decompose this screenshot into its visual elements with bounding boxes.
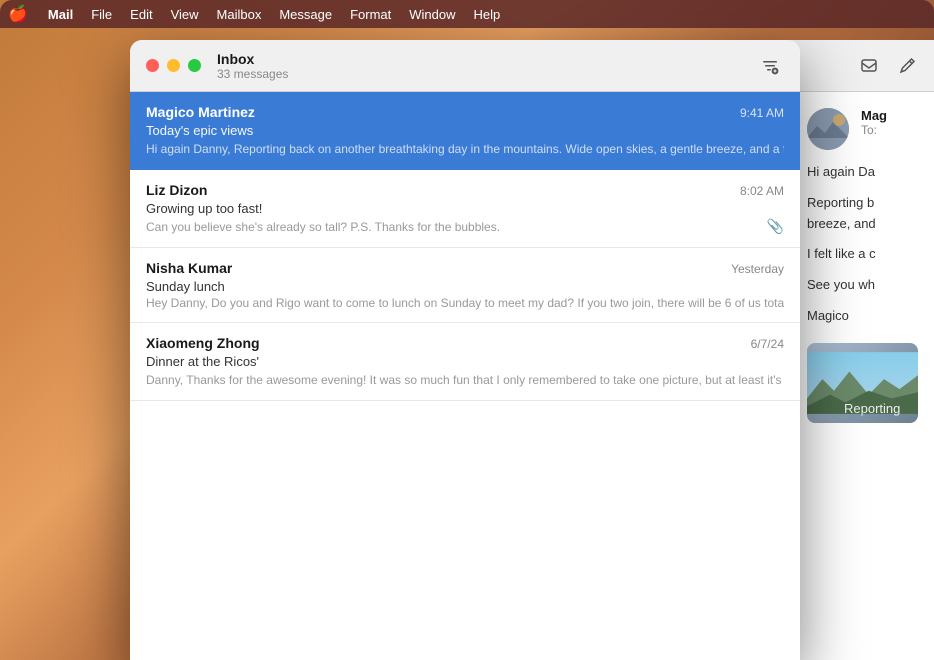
message-item[interactable]: Magico Martinez 9:41 AM Today's epic vie… [130,92,800,170]
reporting-label: Reporting [844,401,934,416]
detail-to-label: To: [861,123,918,137]
detail-sender-row: Mag To: [807,108,918,150]
message-time-2: 8:02 AM [740,184,784,198]
menubar-edit[interactable]: Edit [122,5,160,24]
mail-window: Inbox 33 messages Magico Martinez 9:41 A… [130,40,800,660]
message-header-3: Nisha Kumar Yesterday [146,260,784,276]
message-preview-text-2: Can you believe she's already so tall? P… [146,220,500,234]
message-preview-2: Can you believe she's already so tall? P… [146,218,784,235]
detail-panel: Mag To: Hi again Da Reporting bbreeze, a… [790,40,934,660]
message-item[interactable]: Xiaomeng Zhong 6/7/24 Dinner at the Rico… [130,323,800,401]
close-button[interactable] [146,59,159,72]
maximize-button[interactable] [188,59,201,72]
window-title: Inbox 33 messages [217,51,756,81]
message-preview-text-3: Hey Danny, Do you and Rigo want to come … [146,296,784,310]
menubar-items: Mail File Edit View Mailbox Message Form… [40,5,508,24]
avatar-placeholder [807,108,849,150]
sender-avatar [807,108,849,150]
detail-body: Hi again Da Reporting bbreeze, and I fel… [807,162,918,327]
menubar-mailbox[interactable]: Mailbox [209,5,270,24]
apple-menu[interactable]: 🍎 [8,4,28,24]
message-time-4: 6/7/24 [751,337,784,351]
menubar-view[interactable]: View [163,5,207,24]
menubar-help[interactable]: Help [466,5,509,24]
message-preview-3: Hey Danny, Do you and Rigo want to come … [146,296,784,310]
body-line-4: See you wh [807,275,918,296]
menubar-window[interactable]: Window [401,5,463,24]
filter-icon[interactable] [756,52,784,80]
detail-content: Mag To: Hi again Da Reporting bbreeze, a… [791,92,934,660]
menubar-mail[interactable]: Mail [40,5,81,24]
message-list[interactable]: Magico Martinez 9:41 AM Today's epic vie… [130,92,800,660]
window-titlebar: Inbox 33 messages [130,40,800,92]
body-line-2: Reporting bbreeze, and [807,193,918,235]
message-preview-4: Danny, Thanks for the awesome evening! I… [146,371,784,388]
message-subject-3: Sunday lunch [146,279,784,294]
body-line-3: I felt like a c [807,244,918,265]
message-subject-4: Dinner at the Ricos' [146,354,784,369]
menubar-message[interactable]: Message [271,5,340,24]
body-signature: Magico [807,306,918,327]
window-toolbar-icons [756,52,784,80]
detail-meta: Mag To: [861,108,918,137]
message-header-2: Liz Dizon 8:02 AM [146,182,784,198]
message-header-4: Xiaomeng Zhong 6/7/24 [146,335,784,351]
message-sender-2: Liz Dizon [146,182,207,198]
body-line-1: Hi again Da [807,162,918,183]
menubar-file[interactable]: File [83,5,120,24]
minimize-button[interactable] [167,59,180,72]
message-time-3: Yesterday [731,262,784,276]
message-item[interactable]: Nisha Kumar Yesterday Sunday lunch Hey D… [130,248,800,323]
window-title-text: Inbox [217,51,756,67]
message-sender-1: Magico Martinez [146,104,255,120]
traffic-lights [146,59,201,72]
message-sender-4: Xiaomeng Zhong [146,335,260,351]
menubar-format[interactable]: Format [342,5,399,24]
detail-header [791,40,934,92]
message-preview-1: Hi again Danny, Reporting back on anothe… [146,140,784,157]
menubar: 🍎 Mail File Edit View Mailbox Message Fo… [0,0,934,28]
new-message-icon[interactable] [892,51,922,81]
message-preview-text-1: Hi again Danny, Reporting back on anothe… [146,142,784,156]
message-subject-1: Today's epic views [146,123,784,138]
message-preview-text-4: Danny, Thanks for the awesome evening! I… [146,373,784,387]
attachment-icon-2: 📎 [767,218,784,235]
window-subtitle: 33 messages [217,67,756,81]
message-item[interactable]: Liz Dizon 8:02 AM Growing up too fast! C… [130,170,800,248]
compose-icon[interactable] [854,51,884,81]
detail-sender-name: Mag [861,108,918,123]
message-sender-3: Nisha Kumar [146,260,232,276]
message-header-1: Magico Martinez 9:41 AM [146,104,784,120]
message-time-1: 9:41 AM [740,106,784,120]
message-subject-2: Growing up too fast! [146,201,784,216]
